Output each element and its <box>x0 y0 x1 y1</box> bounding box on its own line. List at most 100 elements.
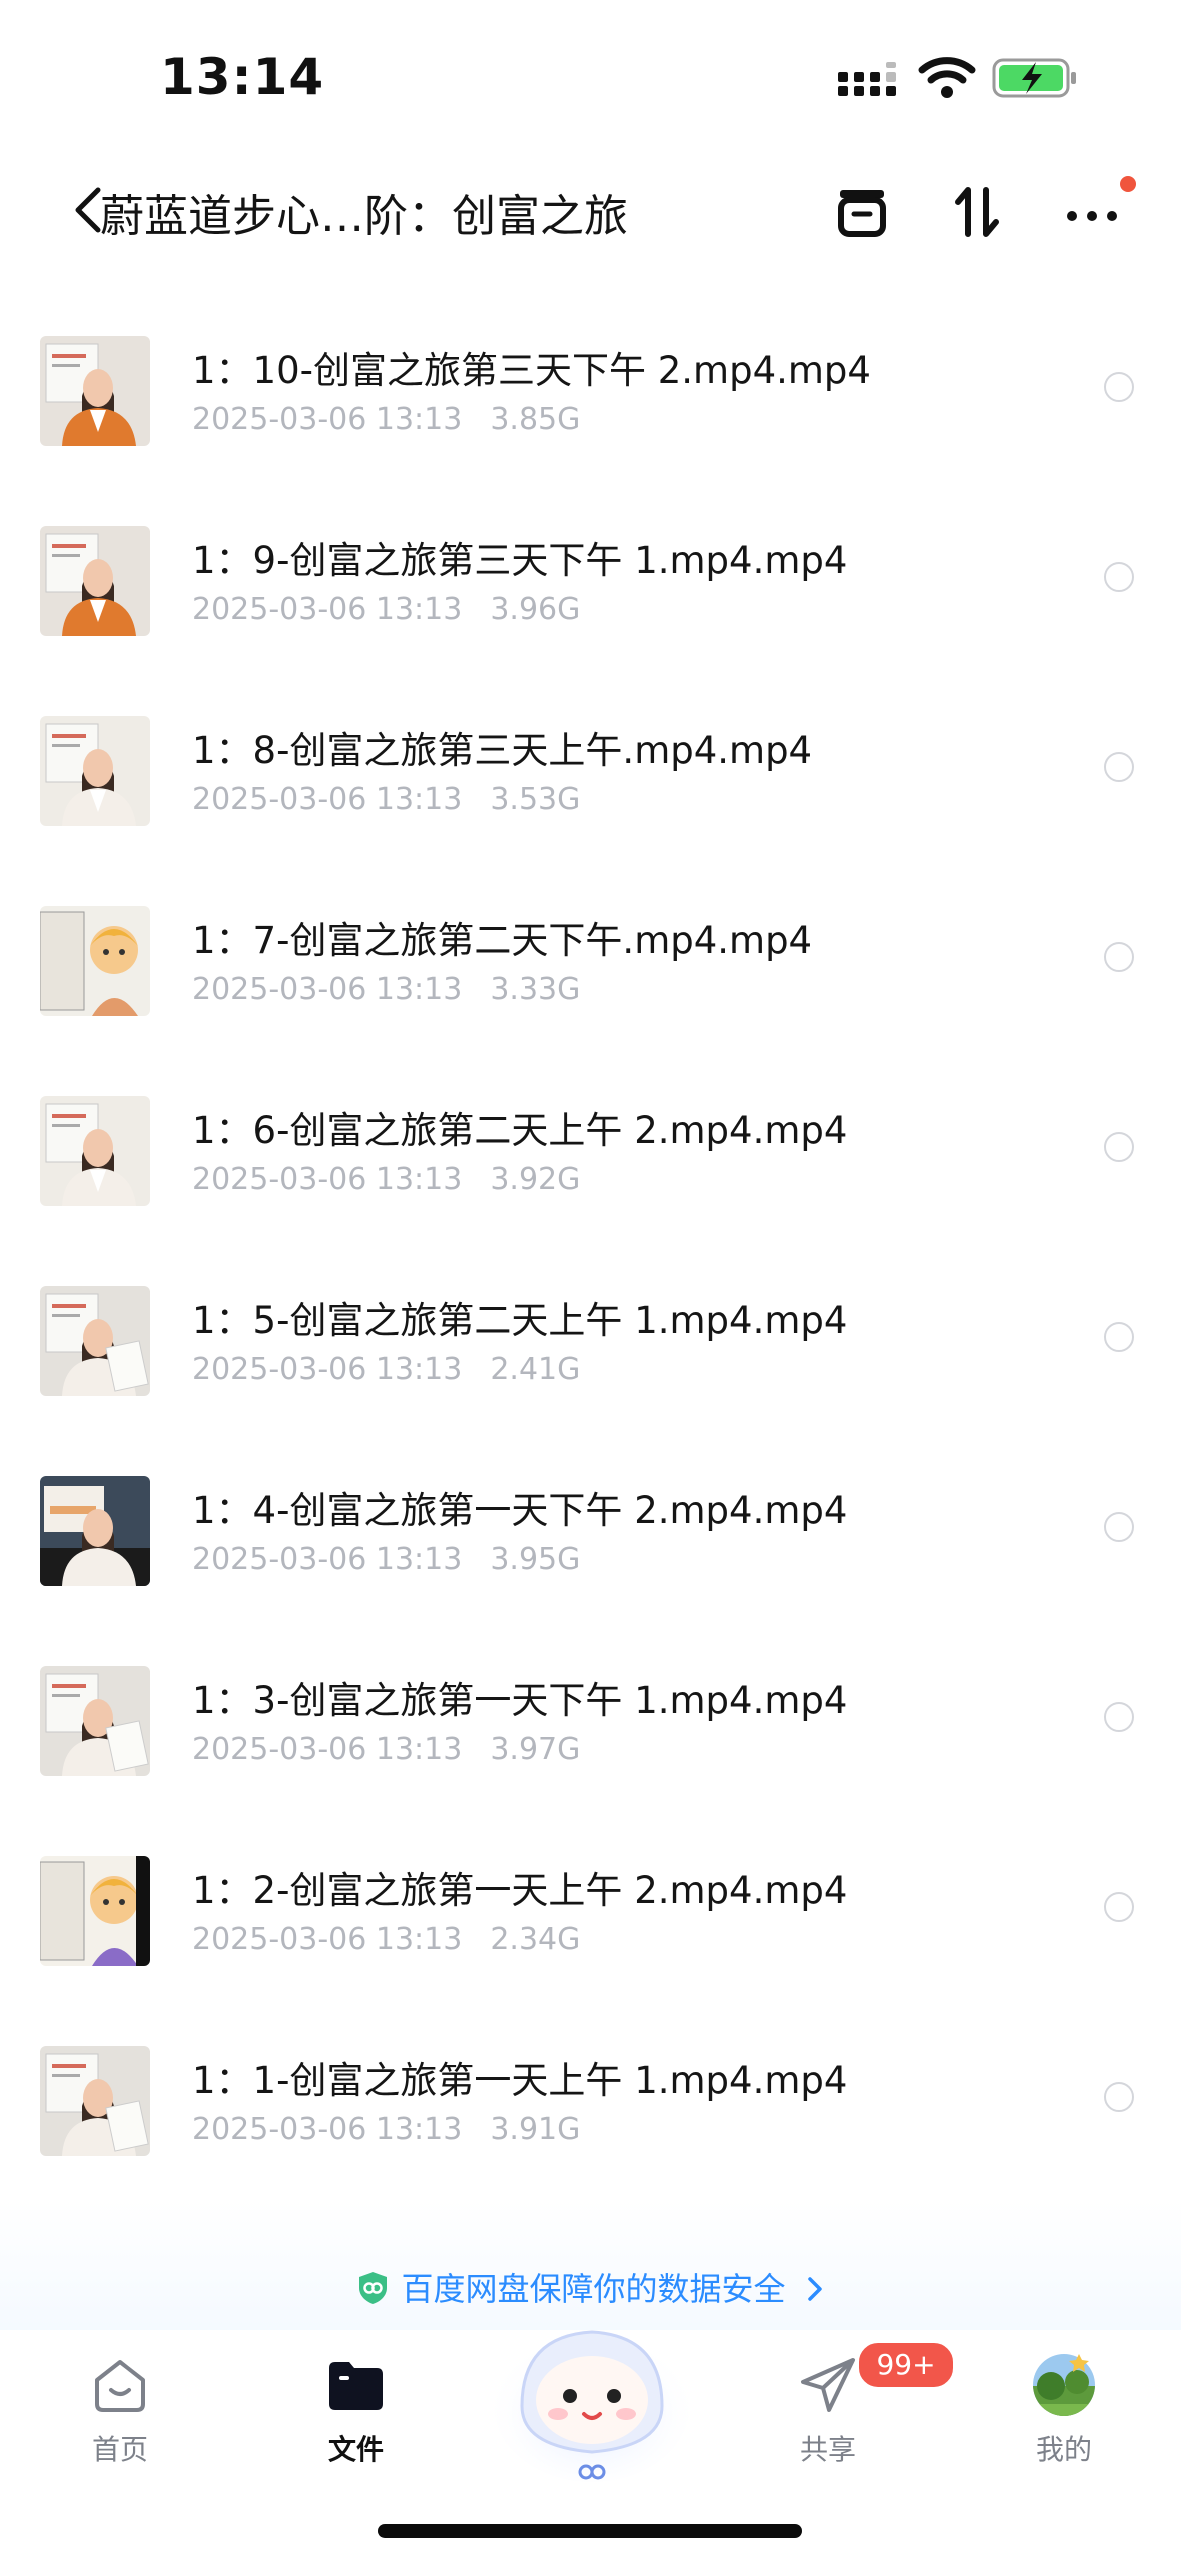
file-row[interactable]: 1：2-创富之旅第一天上午 2.mp4.mp4 2025-03-06 13:13… <box>0 1840 1181 2030</box>
file-meta: 2025-03-06 13:13 2.34G <box>192 1922 580 1957</box>
file-meta: 2025-03-06 13:13 3.97G <box>192 1732 580 1767</box>
video-thumbnail <box>40 1666 150 1776</box>
tab-share-label: 共享 <box>799 2433 856 2466</box>
speaker-paper-thumbnail-image <box>40 1666 150 1776</box>
file-meta: 2025-03-06 13:13 3.53G <box>192 782 580 817</box>
speaker-paper-thumbnail-image <box>40 2046 150 2156</box>
status-time: 13:14 <box>160 48 325 106</box>
file-date: 2025-03-06 13:13 <box>192 1922 463 1957</box>
file-date: 2025-03-06 13:13 <box>192 782 463 817</box>
select-radio[interactable] <box>1104 1322 1134 1352</box>
file-date: 2025-03-06 13:13 <box>192 2112 463 2147</box>
file-size: 2.34G <box>490 1922 581 1957</box>
file-name: 1：2-创富之旅第一天上午 2.mp4.mp4 <box>192 1869 848 1912</box>
file-row[interactable]: 1：3-创富之旅第一天下午 1.mp4.mp4 2025-03-06 13:13… <box>0 1650 1181 1840</box>
status-bar: 13:14 <box>0 0 1181 150</box>
video-thumbnail <box>40 1476 150 1586</box>
share-badge: 99+ <box>856 2340 956 2390</box>
file-date: 2025-03-06 13:13 <box>192 592 463 627</box>
file-row[interactable]: 1：9-创富之旅第三天下午 1.mp4.mp4 2025-03-06 13:13… <box>0 510 1181 700</box>
file-name: 1：1-创富之旅第一天上午 1.mp4.mp4 <box>192 2059 848 2102</box>
file-list: 1：10-创富之旅第三天下午 2.mp4.mp4 2025-03-06 13:1… <box>0 320 1181 2220</box>
video-thumbnail <box>40 336 150 446</box>
notification-dot <box>1120 176 1136 192</box>
file-size: 3.96G <box>490 592 581 627</box>
file-name: 1：3-创富之旅第一天下午 1.mp4.mp4 <box>192 1679 848 1722</box>
file-row[interactable]: 1：5-创富之旅第二天上午 1.mp4.mp4 2025-03-06 13:13… <box>0 1270 1181 1460</box>
header: 蔚蓝道步心…阶：创富之旅 <box>0 160 1181 260</box>
speaker-orange-thumbnail-image <box>40 336 150 446</box>
file-date: 2025-03-06 13:13 <box>192 972 463 1007</box>
video-thumbnail <box>40 1286 150 1396</box>
file-size: 3.91G <box>490 2112 581 2147</box>
file-meta: 2025-03-06 13:13 3.95G <box>192 1542 580 1577</box>
tab-files-label: 文件 <box>327 2433 384 2466</box>
file-name: 1：5-创富之旅第二天上午 1.mp4.mp4 <box>192 1299 848 1342</box>
file-date: 2025-03-06 13:13 <box>192 1162 463 1197</box>
sort-icon <box>955 187 999 237</box>
avatar <box>1033 2354 1095 2416</box>
speaker-orange-thumbnail-image <box>40 526 150 636</box>
tab-mine-label: 我的 <box>1035 2433 1092 2466</box>
file-date: 2025-03-06 13:13 <box>192 1542 463 1577</box>
home-icon <box>95 2360 145 2412</box>
file-name: 1：9-创富之旅第三天下午 1.mp4.mp4 <box>192 539 848 582</box>
file-size: 3.92G <box>490 1162 581 1197</box>
select-radio[interactable] <box>1104 562 1134 592</box>
assistant-mascot-icon[interactable] <box>492 2296 692 2486</box>
file-meta: 2025-03-06 13:13 3.96G <box>192 592 580 627</box>
select-radio[interactable] <box>1104 942 1134 972</box>
file-name: 1：10-创富之旅第三天下午 2.mp4.mp4 <box>192 349 871 392</box>
tab-files[interactable]: 文件 <box>296 2352 416 2482</box>
more-button[interactable] <box>1060 180 1124 244</box>
video-thumbnail <box>40 2046 150 2156</box>
file-row[interactable]: 1：1-创富之旅第一天上午 1.mp4.mp4 2025-03-06 13:13… <box>0 2030 1181 2220</box>
file-row[interactable]: 1：8-创富之旅第三天上午.mp4.mp4 2025-03-06 13:13 3.… <box>0 700 1181 890</box>
select-radio[interactable] <box>1104 1702 1134 1732</box>
file-name: 1：7-创富之旅第二天下午.mp4.mp4 <box>192 919 813 962</box>
file-row[interactable]: 1：4-创富之旅第一天下午 2.mp4.mp4 2025-03-06 13:13… <box>0 1460 1181 1650</box>
tab-home[interactable]: 首页 <box>60 2352 180 2482</box>
file-date: 2025-03-06 13:13 <box>192 402 463 437</box>
file-meta: 2025-03-06 13:13 2.41G <box>192 1352 580 1387</box>
file-name: 1：4-创富之旅第一天下午 2.mp4.mp4 <box>192 1489 848 1532</box>
select-radio[interactable] <box>1104 2082 1134 2112</box>
file-size: 3.33G <box>490 972 581 1007</box>
chevron-right-icon <box>807 2277 822 2301</box>
sort-button[interactable] <box>946 180 1010 244</box>
archive-icon <box>838 190 886 237</box>
select-radio[interactable] <box>1104 1512 1134 1542</box>
file-name: 1：6-创富之旅第二天上午 2.mp4.mp4 <box>192 1109 848 1152</box>
file-size: 3.97G <box>490 1732 581 1767</box>
select-radio[interactable] <box>1104 372 1134 402</box>
video-thumbnail <box>40 1856 150 1966</box>
tab-mine[interactable]: 我的 <box>1004 2352 1124 2482</box>
cartoon-board-thumbnail-image <box>40 906 150 1016</box>
paper-plane-icon <box>801 2358 855 2412</box>
video-thumbnail <box>40 1096 150 1206</box>
home-indicator <box>378 2524 802 2538</box>
file-date: 2025-03-06 13:13 <box>192 1352 463 1387</box>
file-size: 3.85G <box>490 402 581 437</box>
file-meta: 2025-03-06 13:13 3.33G <box>192 972 580 1007</box>
video-thumbnail <box>40 906 150 1016</box>
file-size: 2.41G <box>490 1352 581 1387</box>
file-row[interactable]: 1：7-创富之旅第二天下午.mp4.mp4 2025-03-06 13:13 3.… <box>0 890 1181 1080</box>
file-name: 1：8-创富之旅第三天上午.mp4.mp4 <box>192 729 813 772</box>
more-dots-icon <box>1067 211 1117 221</box>
battery-charging-icon <box>992 58 1076 98</box>
select-radio[interactable] <box>1104 1132 1134 1162</box>
archive-button[interactable] <box>830 180 894 244</box>
file-meta: 2025-03-06 13:13 3.91G <box>192 2112 580 2147</box>
file-size: 3.53G <box>490 782 581 817</box>
file-row[interactable]: 1：10-创富之旅第三天下午 2.mp4.mp4 2025-03-06 13:1… <box>0 320 1181 510</box>
speaker-white-thumbnail-image <box>40 716 150 826</box>
wifi-icon <box>918 57 976 98</box>
file-row[interactable]: 1：6-创富之旅第二天上午 2.mp4.mp4 2025-03-06 13:13… <box>0 1080 1181 1270</box>
select-radio[interactable] <box>1104 1892 1134 1922</box>
tab-home-label: 首页 <box>91 2433 148 2466</box>
select-radio[interactable] <box>1104 752 1134 782</box>
video-thumbnail <box>40 716 150 826</box>
video-thumbnail <box>40 526 150 636</box>
speaker-white-thumbnail-image <box>40 1096 150 1206</box>
